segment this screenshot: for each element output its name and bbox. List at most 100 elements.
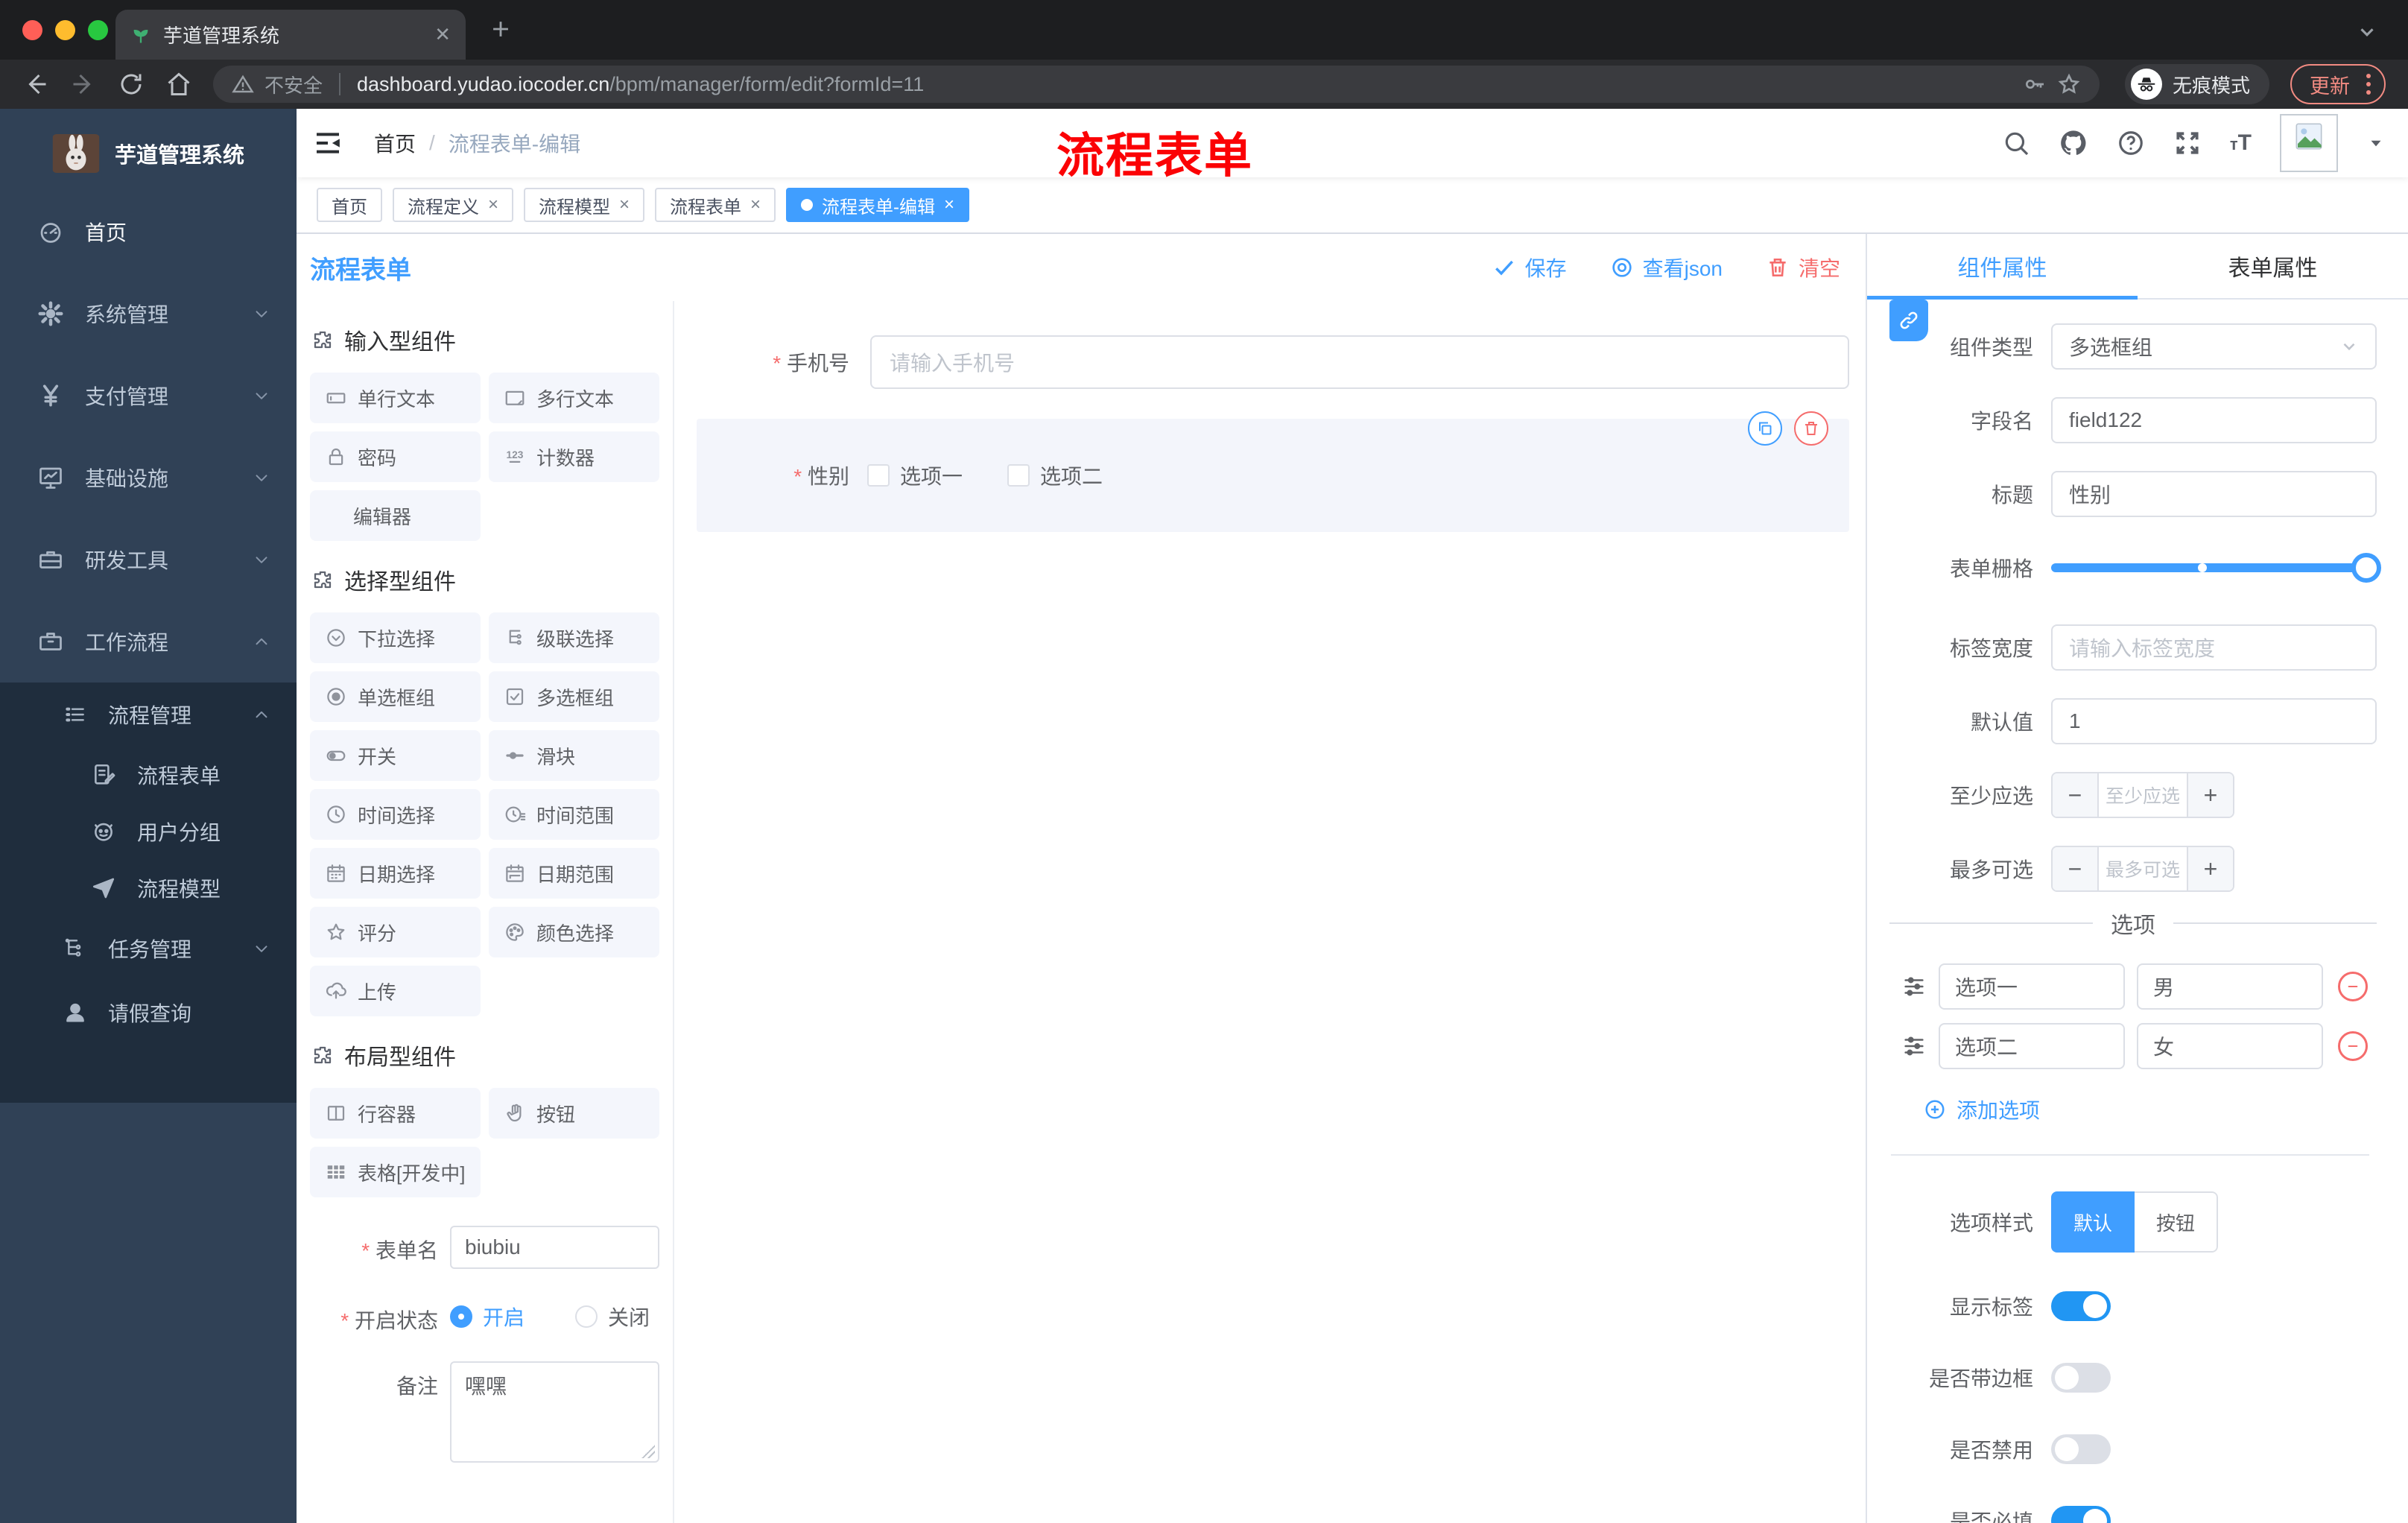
- macos-traffic-lights[interactable]: [22, 20, 108, 40]
- security-label[interactable]: 不安全: [264, 71, 323, 98]
- radio-closed[interactable]: 关闭: [575, 1302, 650, 1332]
- gender-checkbox-2[interactable]: 选项二: [1007, 460, 1103, 490]
- sidebar-item-home[interactable]: 首页: [0, 191, 297, 273]
- default-value-input[interactable]: 1: [2051, 698, 2377, 744]
- tag-process-def[interactable]: 流程定义 ×: [393, 188, 514, 222]
- search-icon[interactable]: [2002, 129, 2030, 157]
- help-icon[interactable]: [2117, 129, 2145, 157]
- component-item[interactable]: 按钮: [489, 1088, 659, 1139]
- component-item[interactable]: 密码: [310, 431, 481, 482]
- browser-tab[interactable]: 芋道管理系统 ✕: [115, 10, 466, 60]
- tag-close-icon[interactable]: ×: [750, 196, 761, 214]
- minus-button[interactable]: −: [2053, 847, 2099, 890]
- link-tag-button[interactable]: [1889, 300, 1928, 341]
- tab-component-props[interactable]: 组件属性: [1867, 234, 2138, 300]
- new-tab-button[interactable]: [488, 16, 513, 42]
- option-label-input[interactable]: 选项二: [1939, 1023, 2125, 1069]
- component-item[interactable]: 级联选择: [489, 612, 659, 663]
- component-item[interactable]: 123 计数器: [489, 431, 659, 482]
- form-name-input[interactable]: biubiu: [450, 1226, 659, 1269]
- copy-component-button[interactable]: [1748, 411, 1782, 446]
- maximize-window-button[interactable]: [88, 20, 108, 40]
- slider-handle[interactable]: [2351, 553, 2381, 583]
- sidebar-item-infra[interactable]: 基础设施: [0, 437, 297, 519]
- tag-close-icon[interactable]: ×: [944, 196, 954, 214]
- sidebar-collapse-icon[interactable]: [313, 128, 343, 158]
- checkbox-icon[interactable]: [867, 464, 890, 487]
- component-item[interactable]: 开关: [310, 730, 481, 781]
- component-type-select[interactable]: 多选框组: [2051, 323, 2377, 370]
- canvas-selected-gender-field[interactable]: 性别 选项一 选项二: [697, 411, 1849, 532]
- tab-search-chevron-icon[interactable]: [2356, 21, 2378, 43]
- browser-update-button[interactable]: 更新: [2290, 64, 2386, 104]
- form-grid-slider[interactable]: [2051, 545, 2381, 591]
- component-item[interactable]: 单选框组: [310, 671, 481, 722]
- tag-close-icon[interactable]: ×: [619, 196, 630, 214]
- option-style-default-button[interactable]: 默认: [2051, 1191, 2135, 1253]
- component-item[interactable]: 多选框组: [489, 671, 659, 722]
- github-icon[interactable]: [2059, 128, 2088, 158]
- title-input[interactable]: 性别: [2051, 471, 2377, 517]
- component-item[interactable]: 表格[开发中]: [310, 1147, 481, 1197]
- password-key-icon[interactable]: [2023, 72, 2047, 96]
- minimize-window-button[interactable]: [55, 20, 75, 40]
- browser-menu-icon[interactable]: [2366, 74, 2371, 95]
- home-icon[interactable]: [165, 71, 192, 98]
- canvas-phone-field[interactable]: 手机号 请输入手机号: [697, 335, 1849, 389]
- sidebar-item-task-mgmt[interactable]: 任务管理: [0, 916, 297, 981]
- gender-checkbox-1[interactable]: 选项一: [867, 460, 963, 490]
- view-json-button[interactable]: 查看json: [1610, 253, 1723, 282]
- component-item[interactable]: 日期范围: [489, 848, 659, 899]
- minus-button[interactable]: −: [2053, 773, 2099, 817]
- tab-form-props[interactable]: 表单属性: [2138, 234, 2408, 298]
- tab-close-icon[interactable]: ✕: [434, 23, 451, 46]
- plus-button[interactable]: +: [2187, 847, 2233, 890]
- remove-option-button[interactable]: [2338, 1031, 2368, 1061]
- sidebar-item-system[interactable]: 系统管理: [0, 273, 297, 355]
- drag-handle-icon[interactable]: [1901, 1033, 1927, 1059]
- toggle-switch-required[interactable]: [2051, 1506, 2111, 1523]
- delete-component-button[interactable]: [1794, 411, 1828, 446]
- tag-process-form[interactable]: 流程表单 ×: [655, 188, 776, 222]
- remove-option-button[interactable]: [2338, 972, 2368, 1001]
- save-button[interactable]: 保存: [1492, 253, 1567, 282]
- component-item[interactable]: 上传: [310, 966, 481, 1016]
- component-item[interactable]: 颜色选择: [489, 907, 659, 957]
- option-value-input[interactable]: 男: [2137, 963, 2323, 1010]
- component-item[interactable]: 多行文本: [489, 373, 659, 423]
- clear-button[interactable]: 清空: [1766, 253, 1840, 282]
- font-size-icon[interactable]: тT: [2230, 130, 2252, 156]
- reload-icon[interactable]: [118, 71, 145, 98]
- tag-close-icon[interactable]: ×: [488, 196, 498, 214]
- add-option-button[interactable]: 添加选项: [1924, 1095, 2377, 1124]
- bookmark-star-icon[interactable]: [2057, 72, 2081, 96]
- resize-handle[interactable]: [641, 1445, 655, 1458]
- toggle-switch-disabled[interactable]: [2051, 1434, 2111, 1464]
- min-select-stepper[interactable]: − 至少应选 +: [2051, 772, 2234, 818]
- avatar[interactable]: [2280, 114, 2338, 172]
- toggle-switch-show-label[interactable]: [2051, 1291, 2111, 1321]
- sidebar-item-devtools[interactable]: 研发工具: [0, 519, 297, 601]
- component-item[interactable]: 编辑器: [310, 490, 481, 541]
- sidebar-item-user-group[interactable]: 用户分组: [0, 803, 297, 860]
- form-canvas[interactable]: 手机号 请输入手机号: [674, 301, 1866, 1523]
- component-item[interactable]: 下拉选择: [310, 612, 481, 663]
- checkbox-icon[interactable]: [1007, 464, 1030, 487]
- fullscreen-icon[interactable]: [2173, 129, 2202, 157]
- sidebar-item-leave-query[interactable]: 请假查询: [0, 981, 297, 1045]
- url-bar[interactable]: 不安全 dashboard.yudao.iocoder.cn/bpm/manag…: [213, 66, 2100, 103]
- avatar-caret-down-icon[interactable]: [2366, 133, 2386, 153]
- component-item[interactable]: 单行文本: [310, 373, 481, 423]
- back-icon[interactable]: [22, 71, 49, 98]
- max-select-value[interactable]: 最多可选: [2099, 847, 2187, 890]
- toggle-switch-with-border[interactable]: [2051, 1363, 2111, 1393]
- field-name-input[interactable]: field122: [2051, 397, 2377, 443]
- radio-open[interactable]: 开启: [450, 1302, 525, 1332]
- tag-process-form-edit[interactable]: 流程表单-编辑 ×: [786, 188, 970, 222]
- remark-textarea[interactable]: 嘿嘿: [450, 1361, 659, 1463]
- component-item[interactable]: 行容器: [310, 1088, 481, 1139]
- component-item[interactable]: 时间选择: [310, 789, 481, 840]
- max-select-stepper[interactable]: − 最多可选 +: [2051, 846, 2234, 892]
- sidebar-logo[interactable]: 芋道管理系统: [0, 109, 297, 191]
- sidebar-item-process-model[interactable]: 流程模型: [0, 860, 297, 916]
